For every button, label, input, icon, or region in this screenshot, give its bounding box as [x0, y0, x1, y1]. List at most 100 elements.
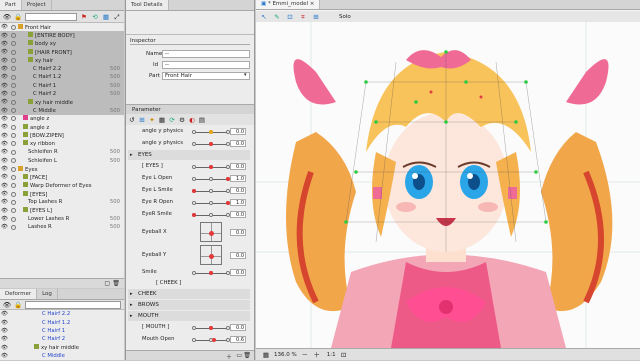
parameter-row[interactable]: Eyeball X 0.0	[128, 221, 250, 243]
lock-circle-icon[interactable]	[11, 199, 16, 205]
part-row[interactable]: 👁 [FACE]	[0, 173, 124, 181]
grid-toggle-icon[interactable]: ▦	[262, 351, 270, 359]
eye-icon[interactable]: 👁	[1, 133, 8, 139]
tab-part[interactable]: Part	[0, 0, 22, 10]
lock-circle-icon[interactable]	[11, 216, 16, 222]
deformer-row[interactable]: 👁 C Hairf 1.2	[0, 318, 124, 326]
name-field[interactable]: --	[162, 50, 250, 58]
lock-circle-icon[interactable]	[11, 49, 16, 55]
parameter-slider-knob[interactable]	[209, 270, 213, 275]
eye-icon[interactable]: 👁	[1, 41, 8, 47]
eye-icon[interactable]: 👁	[1, 353, 8, 359]
id-field[interactable]: --	[162, 61, 250, 69]
part-row[interactable]: 👁 xy hair middle	[0, 98, 124, 107]
grid-icon[interactable]: ▦	[158, 116, 166, 124]
lock-circle-icon[interactable]	[11, 108, 16, 114]
deformer-row[interactable]: 👁 C Middle	[0, 352, 124, 360]
parameter-row[interactable]: EyeR Smile 0.0	[128, 209, 250, 220]
part-row[interactable]: 👁 C Middle 500	[0, 106, 124, 115]
zoom-level[interactable]: 136.0 %	[274, 352, 297, 358]
parameter-row[interactable]: Eyeball Y 0.0	[128, 244, 250, 266]
part-row[interactable]: 👁 [BOW.ZIPEN]	[0, 131, 124, 139]
lock-icon[interactable]: 🔒	[14, 13, 22, 21]
parameter-row[interactable]: Eye L Smile 0.0	[128, 185, 250, 196]
part-row[interactable]: 👁 C Hairf 1.2 500	[0, 73, 124, 82]
grid-icon[interactable]: ▦	[102, 13, 110, 21]
parameter-value[interactable]: 0.0	[230, 187, 246, 194]
lock-circle-icon[interactable]	[11, 24, 16, 30]
parameter-2d-grid[interactable]	[200, 222, 222, 242]
parameter-2d-knob[interactable]	[209, 231, 214, 236]
eye-icon[interactable]: 👁	[1, 320, 8, 326]
parameter-value[interactable]: 0.0	[230, 128, 246, 135]
lock-circle-icon[interactable]	[11, 116, 16, 122]
eye-icon[interactable]: 👁	[1, 66, 8, 72]
parameter-value[interactable]: 0.0	[230, 269, 246, 276]
eye-icon[interactable]: 👁	[3, 301, 11, 309]
lock-circle-icon[interactable]	[11, 208, 16, 214]
folder-icon[interactable]: ▭	[236, 352, 242, 359]
part-row[interactable]: 👁 angle z	[0, 115, 124, 123]
eye-icon[interactable]: 👁	[1, 158, 8, 164]
eye-icon[interactable]: 👁	[1, 311, 8, 317]
settings-icon[interactable]: ⚙	[178, 116, 186, 124]
lock-circle-icon[interactable]	[11, 66, 16, 72]
eye-icon[interactable]: 👁	[1, 149, 8, 155]
deformer-search-input[interactable]	[25, 300, 121, 309]
eye-icon[interactable]: 👁	[1, 91, 8, 97]
trash-icon[interactable]: 🗑	[243, 352, 251, 359]
eye-icon[interactable]: 👁	[1, 174, 8, 180]
fit-icon[interactable]: ⊡	[340, 351, 348, 359]
eye-icon[interactable]: 👁	[1, 99, 8, 105]
brush-icon[interactable]: ✎	[273, 13, 281, 21]
eye-icon[interactable]: 👁	[1, 345, 8, 351]
lock-circle-icon[interactable]	[11, 74, 16, 80]
lock-circle-icon[interactable]	[11, 141, 16, 147]
eye-icon[interactable]: 👁	[1, 58, 8, 64]
deformer-row[interactable]: 👁 C Hairf 2	[0, 335, 124, 343]
expand-icon[interactable]: ⤢	[113, 13, 121, 21]
lock-circle-icon[interactable]	[11, 158, 16, 164]
part-row[interactable]: 👁 Lashes R 500	[0, 223, 124, 231]
eye-icon[interactable]: 👁	[1, 199, 8, 205]
eye-icon[interactable]: 👁	[1, 166, 8, 172]
part-row[interactable]: 👁 C Hairf 2.2 500	[0, 64, 124, 74]
parameter-group-cheek[interactable]: ▸ CHEEK	[128, 289, 250, 299]
part-row[interactable]: 👁 body xy	[0, 39, 124, 49]
parameter-group-eyes[interactable]: ▸ EYES	[128, 150, 250, 160]
new-part-icon[interactable]: ▢	[104, 280, 110, 287]
parameter-row[interactable]: Mouth Open 0.6	[128, 334, 250, 345]
parameter-value[interactable]: 0.0	[230, 163, 246, 170]
filter-icon[interactable]: ⚑	[80, 13, 88, 21]
eye-icon[interactable]: 👁	[1, 183, 8, 189]
parameter-slider-knob[interactable]	[192, 188, 196, 193]
part-select[interactable]: Front Hair	[162, 72, 250, 80]
close-icon[interactable]: ×	[310, 1, 315, 7]
calendar-icon[interactable]: ▤	[198, 116, 206, 124]
eye-icon[interactable]: 👁	[3, 13, 11, 21]
part-row[interactable]: 👁 [EYES L]	[0, 207, 124, 215]
part-row[interactable]: 👁 [ENTIRE BODY]	[0, 31, 124, 40]
lock-circle-icon[interactable]	[11, 174, 16, 180]
tab-deformer[interactable]: Deformer	[0, 289, 38, 299]
pointer-icon[interactable]: ↖	[260, 13, 268, 21]
eye-icon[interactable]: 👁	[1, 124, 8, 130]
parameter-2d-grid[interactable]	[200, 245, 222, 265]
key-icon[interactable]: ✦	[148, 116, 156, 124]
eye-icon[interactable]: 👁	[1, 224, 8, 230]
eye-icon[interactable]: 👁	[1, 33, 8, 39]
parameter-row[interactable]: angle y physics 0.0	[128, 138, 250, 149]
trash-icon[interactable]: 🗑	[112, 280, 120, 287]
zoom-ratio[interactable]: 1:1	[327, 352, 336, 358]
parameter-row[interactable]: [ EYES ] 0.0	[128, 161, 250, 172]
lock-circle-icon[interactable]	[11, 58, 16, 64]
parameter-slider-knob[interactable]	[212, 337, 217, 342]
part-row[interactable]: 👁 [EYES]	[0, 190, 124, 198]
tab-log[interactable]: Log	[37, 289, 58, 299]
parameter-group-mouth[interactable]: ▸ MOUTH	[128, 311, 250, 321]
parameter-row[interactable]: Smile 0.0	[128, 267, 250, 278]
eye-icon[interactable]: 👁	[1, 191, 8, 197]
eye-icon[interactable]: 👁	[1, 108, 8, 114]
part-row[interactable]: 👁 Eyes	[0, 165, 124, 173]
parameter-slider-knob[interactable]	[209, 141, 213, 146]
